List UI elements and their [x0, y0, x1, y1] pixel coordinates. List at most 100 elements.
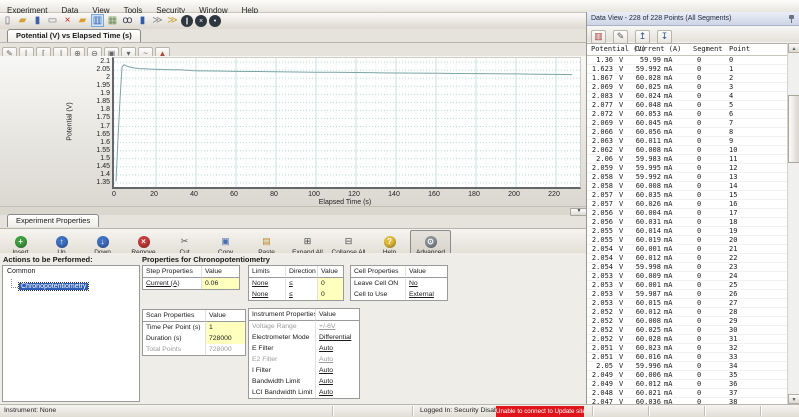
table-row[interactable]: 2.053V60.015mA027: [587, 299, 788, 308]
table-row[interactable]: 2.051V60.016mA033: [587, 353, 788, 362]
instrument-properties-cell: Auto: [315, 354, 359, 365]
table-row[interactable]: 2.083V60.024mA04: [587, 92, 788, 101]
table-row[interactable]: 2.052V60.012mA028: [587, 308, 788, 317]
cell-properties-cell[interactable]: No: [405, 278, 447, 289]
table-row[interactable]: 2.055V60.019mA020: [587, 236, 788, 245]
pin-icon[interactable]: [788, 15, 795, 23]
column-header-3[interactable]: Segment: [693, 44, 723, 55]
run-selected-icon[interactable]: ≫: [166, 14, 179, 27]
cell: 60.008: [627, 317, 661, 325]
find-icon[interactable]: ꝏ: [121, 14, 134, 27]
new-file-icon[interactable]: ▯: [1, 14, 14, 27]
table-row[interactable]: 2.048V60.021mA037: [587, 389, 788, 398]
instrument-properties-cell[interactable]: Auto: [315, 365, 359, 376]
instrument-properties-cell[interactable]: Auto: [315, 343, 359, 354]
cell-properties-column-header: Cell Properties: [351, 266, 405, 278]
table-row[interactable]: 2.053V59.987mA026: [587, 290, 788, 299]
x-tick-label: 60: [230, 191, 238, 198]
run-icon[interactable]: ≫: [151, 14, 164, 27]
scroll-top-icon[interactable]: ↥: [635, 30, 650, 44]
table-row[interactable]: 1.623V59.992mA01: [587, 65, 788, 74]
table-row[interactable]: 2.054V59.998mA023: [587, 263, 788, 272]
print-icon[interactable]: ▭: [46, 14, 59, 27]
table-row[interactable]: 2.06V59.983mA011: [587, 155, 788, 164]
tree-item-common[interactable]: Common: [3, 266, 139, 275]
cell-properties-cell[interactable]: External: [405, 289, 447, 300]
limits-cell[interactable]: ≤: [285, 289, 317, 300]
scan-properties-cell[interactable]: 1: [205, 322, 245, 333]
table-row[interactable]: 2.062V60.008mA010: [587, 146, 788, 155]
step-properties-cell[interactable]: 0.06: [201, 278, 239, 289]
scroll-bottom-icon[interactable]: ↧: [657, 30, 672, 44]
instrument-properties-cell[interactable]: Differential: [315, 332, 359, 343]
tab-potential-vs-time[interactable]: Potential (V) vs Elapsed Time (s): [7, 29, 141, 42]
graph-view-icon[interactable]: ▥: [91, 14, 104, 27]
data-table-scrollbar[interactable]: ▲ ▼: [787, 43, 799, 404]
table-row[interactable]: 2.049V60.012mA036: [587, 380, 788, 389]
edit-data-icon[interactable]: ✎: [613, 30, 628, 44]
table-row[interactable]: 2.057V60.035mA015: [587, 191, 788, 200]
report-view-icon[interactable]: ▦: [106, 14, 119, 27]
table-row[interactable]: 2.051V60.023mA032: [587, 344, 788, 353]
table-row[interactable]: 2.054V60.001mA021: [587, 245, 788, 254]
actions-tree[interactable]: Common Chronopotentiometry: [2, 265, 140, 402]
instrument-properties-cell[interactable]: Auto: [315, 376, 359, 387]
pause-icon[interactable]: ∥: [181, 15, 193, 27]
table-row[interactable]: 2.049V60.006mA035: [587, 371, 788, 380]
limits-cell[interactable]: None: [249, 289, 285, 300]
cell: V: [619, 200, 623, 208]
copy-icon: ▣: [220, 235, 232, 247]
table-row[interactable]: 2.072V60.053mA06: [587, 110, 788, 119]
instrument-properties-row: Electrometer ModeDifferential: [249, 332, 359, 343]
column-header-4[interactable]: Point: [729, 44, 750, 55]
table-row[interactable]: 1.867V60.028mA02: [587, 74, 788, 83]
table-row[interactable]: 1.36V59.99mA00: [587, 56, 788, 65]
instrument-properties-cell[interactable]: Auto: [315, 387, 359, 398]
table-row[interactable]: 2.053V60.009mA024: [587, 272, 788, 281]
table-row[interactable]: 2.058V60.008mA014: [587, 182, 788, 191]
scrollbar-up-arrow[interactable]: ▲: [788, 43, 799, 53]
table-row[interactable]: 2.052V60.008mA029: [587, 317, 788, 326]
limits-cell[interactable]: 0: [317, 278, 343, 289]
tab-experiment-properties[interactable]: Experiment Properties: [7, 214, 99, 227]
table-row[interactable]: 2.077V60.048mA05: [587, 101, 788, 110]
limits-cell[interactable]: None: [249, 278, 285, 289]
step-properties-cell[interactable]: Current (A): [143, 278, 201, 289]
table-row[interactable]: 2.055V60.014mA019: [587, 227, 788, 236]
cell: V: [619, 326, 623, 334]
table-row[interactable]: 2.054V60.012mA022: [587, 254, 788, 263]
resume-icon[interactable]: •: [209, 15, 221, 27]
plot-columns-icon[interactable]: ▥: [591, 30, 606, 44]
tree-item-chronopotentiometry[interactable]: Chronopotentiometry: [19, 283, 88, 290]
limits-cell[interactable]: ≤: [285, 278, 317, 289]
status-update-error[interactable]: Unable to connect to Update site: [496, 406, 584, 417]
table-row[interactable]: 2.057V60.026mA016: [587, 200, 788, 209]
table-row[interactable]: 2.05V59.996mA034: [587, 362, 788, 371]
folder-icon[interactable]: ▰: [76, 14, 89, 27]
scrollbar-thumb[interactable]: [788, 95, 799, 163]
stop-icon[interactable]: ×: [195, 15, 207, 27]
table-row[interactable]: 2.063V60.011mA09: [587, 137, 788, 146]
scrollbar-down-arrow[interactable]: ▼: [788, 394, 799, 404]
delete-icon[interactable]: ×: [61, 14, 74, 27]
table-row[interactable]: 2.053V60.001mA025: [587, 281, 788, 290]
cell: V: [619, 164, 623, 172]
chart-plot-area[interactable]: [112, 57, 581, 189]
open-folder-icon[interactable]: ▰: [16, 14, 29, 27]
table-row[interactable]: 2.059V59.995mA012: [587, 164, 788, 173]
scan-properties-cell[interactable]: 728000: [205, 333, 245, 344]
column-header-2[interactable]: Current (A): [635, 44, 681, 55]
table-row[interactable]: 2.058V59.992mA013: [587, 173, 788, 182]
chart-canvas: [114, 58, 580, 187]
table-row[interactable]: 2.069V60.025mA03: [587, 83, 788, 92]
column-select-icon[interactable]: ▮: [136, 14, 149, 27]
table-row[interactable]: 2.066V60.056mA08: [587, 128, 788, 137]
limits-cell[interactable]: 0: [317, 289, 343, 300]
table-row[interactable]: 2.056V60.031mA018: [587, 218, 788, 227]
table-row[interactable]: 2.052V60.025mA030: [587, 326, 788, 335]
table-row[interactable]: 2.052V60.028mA031: [587, 335, 788, 344]
table-row[interactable]: 2.056V60.004mA017: [587, 209, 788, 218]
table-row[interactable]: 2.069V60.045mA07: [587, 119, 788, 128]
cell: 8: [729, 128, 733, 136]
save-icon[interactable]: ▮: [31, 14, 44, 27]
